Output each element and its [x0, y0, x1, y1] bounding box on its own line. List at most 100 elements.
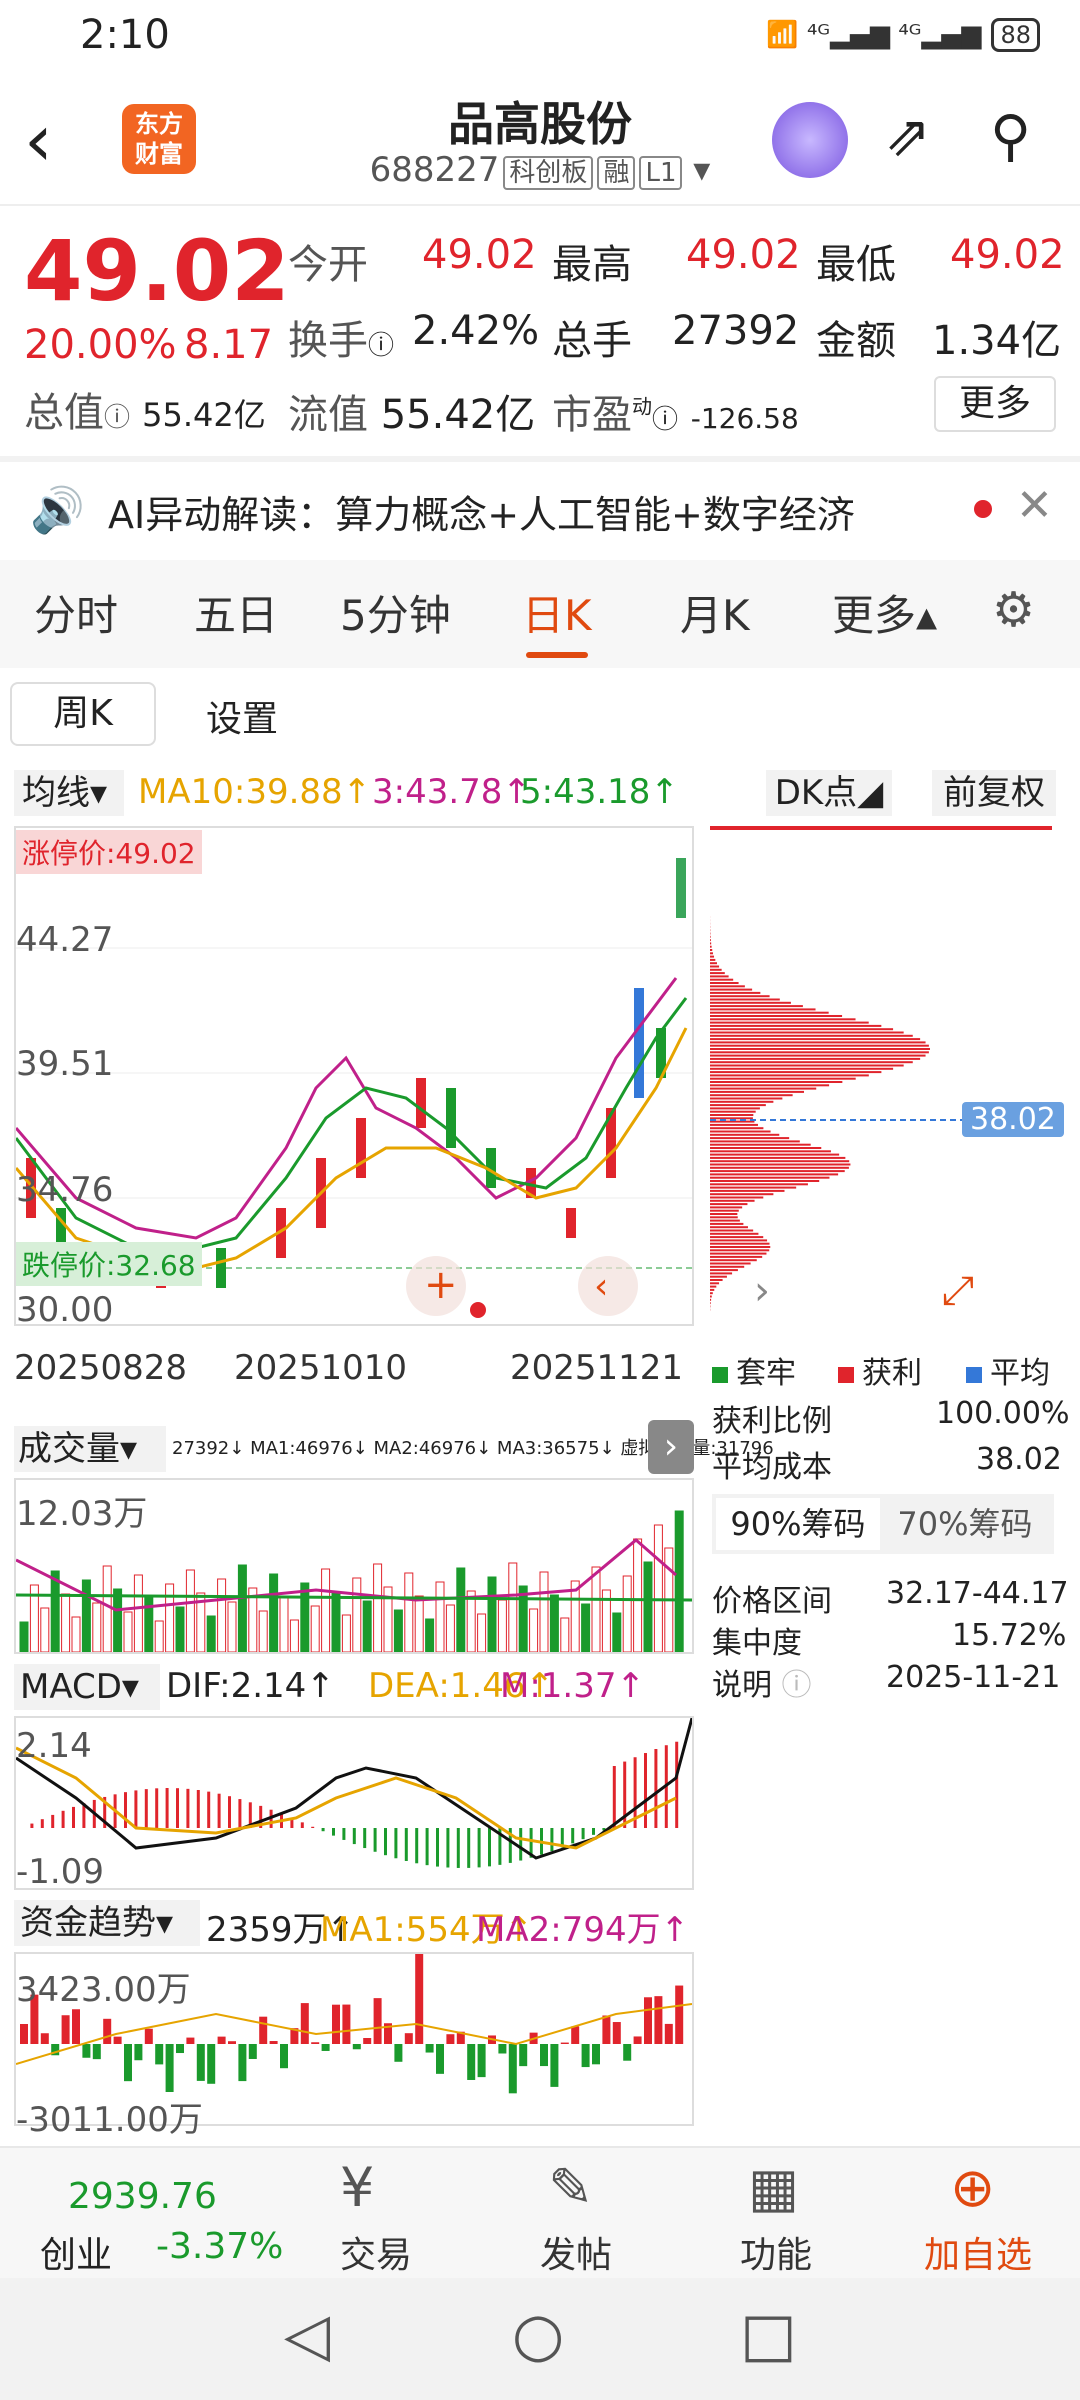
chip-distribution-chart[interactable] — [710, 826, 1052, 1331]
svg-text:+: + — [424, 1262, 458, 1308]
fund-bar — [644, 1997, 652, 2044]
chevron-right-icon[interactable]: › — [648, 1420, 694, 1474]
chip-bar — [710, 1199, 755, 1202]
volume-bar — [50, 1570, 60, 1653]
adjust-select[interactable]: 前复权 — [932, 770, 1056, 816]
post-icon[interactable]: ✎ — [548, 2156, 593, 2219]
chevron-right-icon[interactable]: › — [754, 1268, 770, 1314]
chip-bar — [710, 1024, 882, 1027]
tag-board: 科创板 — [503, 156, 594, 190]
volume-bar — [633, 1538, 643, 1653]
macd-select[interactable]: MACD▾ — [14, 1664, 160, 1710]
ma3-value: 3:43.78↑ — [372, 772, 531, 812]
more-button[interactable]: 更多 — [934, 376, 1056, 432]
chip-bar — [710, 1259, 757, 1262]
chip-bar — [710, 1173, 839, 1176]
chip-bar — [710, 968, 722, 971]
chip-bar — [710, 1015, 843, 1017]
chip-bar — [710, 939, 711, 942]
chip-bar — [710, 1292, 713, 1295]
ma-select[interactable]: 均线▾ — [14, 770, 124, 816]
robot-avatar-icon[interactable] — [772, 102, 848, 178]
fund-bar — [207, 2044, 216, 2084]
chip-bar — [710, 978, 734, 981]
chip-bar — [710, 1180, 820, 1182]
chip-bar — [710, 1008, 816, 1011]
volume-bar — [175, 1606, 185, 1653]
nav-add-watchlist[interactable]: 加自选 — [924, 2226, 1032, 2278]
macd-bar — [196, 1790, 200, 1828]
price-range-label: 价格区间 — [712, 1584, 832, 1619]
chip-bar — [710, 1028, 894, 1031]
nav-trade[interactable]: 交易 — [340, 2226, 412, 2278]
tab-more[interactable]: 更多▴ — [832, 582, 937, 643]
macd-bar — [321, 1828, 325, 1832]
tab-monthly-k[interactable]: 月K — [680, 582, 750, 643]
search-icon[interactable]: ⚲ — [990, 104, 1031, 169]
macd-bar — [238, 1799, 242, 1828]
volume-select[interactable]: 成交量▾ — [14, 1426, 166, 1472]
back-triangle-icon[interactable]: ◁ — [284, 2300, 330, 2370]
gear-icon[interactable]: ⚙ — [992, 582, 1035, 638]
nav-post[interactable]: 发帖 — [540, 2226, 612, 2278]
note-label[interactable]: 说明 ⓘ — [712, 1660, 812, 1704]
macd-bar — [675, 1741, 679, 1828]
tab-daily-k[interactable]: 日K — [522, 582, 592, 643]
add-circle-icon[interactable]: ⊕ — [950, 2156, 995, 2219]
info-icon: ⓘ — [781, 1668, 812, 1703]
chip-bar — [710, 942, 712, 945]
chip-bar — [710, 1127, 764, 1130]
fund-bar — [228, 2041, 236, 2044]
chip-bar — [710, 995, 770, 998]
fund-bar — [571, 2026, 580, 2044]
chip-bar — [710, 1239, 768, 1242]
recents-square-icon[interactable]: □ — [740, 2300, 797, 2370]
tab-90-chip[interactable]: 90%筹码 — [716, 1498, 880, 1550]
fund-bar — [20, 2024, 28, 2044]
volume-bar — [477, 1613, 487, 1653]
chip-bar — [710, 1298, 712, 1301]
volume-value: 27392 — [672, 308, 800, 354]
trade-icon[interactable]: ¥ — [340, 2156, 374, 2219]
expand-icon[interactable]: ⤢ — [942, 1268, 974, 1314]
volume-bar — [279, 1596, 289, 1653]
svg-text:‹: ‹ — [594, 1266, 608, 1307]
fund-bar — [61, 2015, 70, 2044]
volume-bar — [373, 1563, 383, 1653]
grid-icon[interactable]: ▦ — [748, 2156, 799, 2219]
chip-bar — [710, 1034, 913, 1037]
setting-button[interactable]: 设置 — [206, 690, 278, 742]
volume-label: 总手 — [552, 318, 632, 364]
macd-bar — [40, 1819, 44, 1828]
home-circle-icon[interactable]: ○ — [512, 2300, 564, 2370]
dk-point-select[interactable]: DK点◢ — [766, 770, 892, 816]
tab-5min[interactable]: 5分钟 — [340, 582, 451, 643]
ai-insight-text[interactable]: AI异动解读：算力概念+人工智能+数字经济 — [108, 484, 855, 539]
fund-trend-select[interactable]: 资金趋势▾ — [14, 1900, 200, 1946]
tab-five-day[interactable]: 五日 — [194, 582, 278, 643]
chip-bar — [710, 1087, 817, 1090]
fund-bar — [560, 2042, 569, 2044]
x-axis-label: 20251010 — [234, 1348, 408, 1388]
close-icon[interactable]: ✕ — [1016, 480, 1053, 531]
index-value[interactable]: 2939.76 — [68, 2176, 217, 2217]
status-icons: 📶 ⁴ᴳ▂▄▆ ⁴ᴳ▂▄▆ 88 — [766, 18, 1040, 52]
volume-bar — [133, 1574, 143, 1653]
index-name[interactable]: 创业 — [40, 2226, 112, 2278]
chip-bar — [710, 1021, 869, 1024]
chip-bar — [710, 1094, 793, 1097]
weekly-k-button[interactable]: 周K — [10, 682, 156, 746]
fund-bar — [82, 2044, 91, 2058]
nav-function[interactable]: 功能 — [740, 2226, 812, 2278]
fund-bar — [436, 2044, 444, 2074]
macd-chart[interactable] — [14, 1716, 694, 1890]
tag-margin: 融 — [597, 156, 636, 190]
divider — [0, 204, 1080, 206]
avg-cost-label: 38.02 — [962, 1102, 1064, 1137]
volume-bar — [310, 1605, 320, 1653]
chip-bar — [710, 1288, 715, 1291]
tab-intraday[interactable]: 分时 — [34, 582, 118, 643]
tab-70-chip[interactable]: 70%筹码 — [880, 1498, 1050, 1550]
share-icon[interactable]: ⇗ — [884, 104, 931, 169]
macd-bar — [332, 1828, 335, 1836]
